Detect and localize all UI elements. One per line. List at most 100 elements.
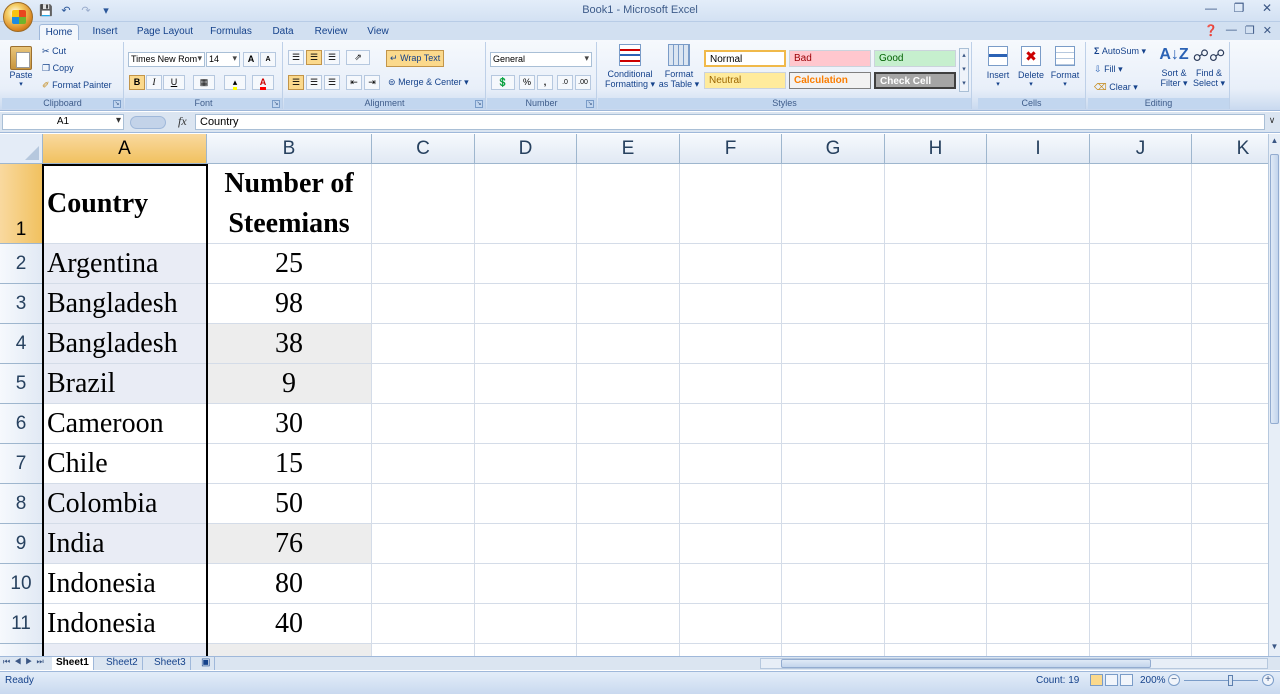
cell-b7[interactable]: 15 <box>207 444 372 484</box>
cell-e8[interactable] <box>577 484 680 524</box>
cell-f10[interactable] <box>680 564 782 604</box>
grow-font-button[interactable]: A <box>243 52 259 67</box>
decrease-indent-icon[interactable]: ⇤ <box>346 75 362 90</box>
cell-a9[interactable]: India <box>43 524 207 564</box>
column-header-a[interactable]: A <box>43 134 207 164</box>
vertical-scroll-thumb[interactable] <box>1270 154 1279 424</box>
style-calculation[interactable]: Calculation <box>789 72 871 89</box>
cell-j6[interactable] <box>1090 404 1192 444</box>
style-check-cell[interactable]: Check Cell <box>874 72 956 89</box>
cell-c2[interactable] <box>372 244 475 284</box>
shrink-font-button[interactable]: A <box>260 52 276 67</box>
wrap-text-button[interactable]: ↵ Wrap Text <box>386 50 445 67</box>
style-neutral[interactable]: Neutral <box>704 72 786 89</box>
cell-c5[interactable] <box>372 364 475 404</box>
cell-partial[interactable] <box>577 644 680 656</box>
cell-b4[interactable]: 38 <box>207 324 372 364</box>
select-all-corner[interactable] <box>0 134 43 164</box>
cell-j4[interactable] <box>1090 324 1192 364</box>
fill-color-button[interactable]: ▴ <box>224 75 246 90</box>
tab-data[interactable]: Data <box>266 24 300 41</box>
cell-h7[interactable] <box>885 444 987 484</box>
cell-b9[interactable]: 76 <box>207 524 372 564</box>
page-break-view-icon[interactable] <box>1120 674 1133 686</box>
column-header-g[interactable]: G <box>782 134 885 164</box>
cell-e4[interactable] <box>577 324 680 364</box>
cell-partial[interactable] <box>475 644 577 656</box>
cell-k4[interactable] <box>1192 324 1268 364</box>
comma-button[interactable]: , <box>537 75 553 90</box>
cell-partial[interactable] <box>782 644 885 656</box>
cell-j3[interactable] <box>1090 284 1192 324</box>
cell-f2[interactable] <box>680 244 782 284</box>
cell-c10[interactable] <box>372 564 475 604</box>
cell-c6[interactable] <box>372 404 475 444</box>
row-header-5[interactable]: 5 <box>0 364 43 404</box>
cell-e3[interactable] <box>577 284 680 324</box>
wb-minimize-icon[interactable]: — <box>1226 24 1237 37</box>
cell-k2[interactable] <box>1192 244 1268 284</box>
help-icon[interactable]: ❓ <box>1204 24 1218 37</box>
cell-i10[interactable] <box>987 564 1090 604</box>
cell-f8[interactable] <box>680 484 782 524</box>
cell-h6[interactable] <box>885 404 987 444</box>
tab-formulas[interactable]: Formulas <box>206 24 256 41</box>
cell-j2[interactable] <box>1090 244 1192 284</box>
wb-restore-icon[interactable]: ❐ <box>1245 24 1255 37</box>
cell-i8[interactable] <box>987 484 1090 524</box>
clear-button[interactable]: ⌫ Clear ▾ <box>1094 82 1138 93</box>
font-color-button[interactable]: A <box>252 75 274 90</box>
cell-g7[interactable] <box>782 444 885 484</box>
insert-function-icon[interactable]: fx <box>178 114 187 129</box>
cell-d8[interactable] <box>475 484 577 524</box>
cell-i1[interactable] <box>987 164 1090 244</box>
tab-page-layout[interactable]: Page Layout <box>134 24 196 41</box>
sheet-nav-arrows-icon[interactable]: ⏮◀▶⏭ <box>3 657 48 667</box>
cell-b8[interactable]: 50 <box>207 484 372 524</box>
align-top-icon[interactable]: ☰ <box>288 50 304 65</box>
style-bad[interactable]: Bad <box>789 50 871 67</box>
copy-button[interactable]: ❐ Copy <box>42 63 74 74</box>
row-header-partial[interactable] <box>0 644 43 656</box>
row-header-6[interactable]: 6 <box>0 404 43 444</box>
format-cells-button[interactable]: Format ▾ <box>1048 46 1082 88</box>
style-good[interactable]: Good <box>874 50 956 67</box>
conditional-formatting-button[interactable]: Conditional Formatting ▾ <box>604 44 656 90</box>
column-header-e[interactable]: E <box>577 134 680 164</box>
cell-a10[interactable]: Indonesia <box>43 564 207 604</box>
cell-e6[interactable] <box>577 404 680 444</box>
restore-icon[interactable]: ❐ <box>1232 1 1246 15</box>
number-launcher-icon[interactable]: ↘ <box>586 100 594 108</box>
style-normal[interactable]: Normal <box>704 50 786 67</box>
cell-k1[interactable] <box>1192 164 1268 244</box>
row-header-9[interactable]: 9 <box>0 524 43 564</box>
cell-h4[interactable] <box>885 324 987 364</box>
italic-button[interactable]: I <box>146 75 162 90</box>
expand-formula-bar-icon[interactable]: ∨ <box>1266 115 1278 129</box>
cell-h2[interactable] <box>885 244 987 284</box>
column-header-h[interactable]: H <box>885 134 987 164</box>
number-format-combo[interactable]: General <box>490 52 592 67</box>
cell-f6[interactable] <box>680 404 782 444</box>
percent-button[interactable]: % <box>519 75 535 90</box>
cell-h1[interactable] <box>885 164 987 244</box>
column-header-f[interactable]: F <box>680 134 782 164</box>
cell-c3[interactable] <box>372 284 475 324</box>
cell-e11[interactable] <box>577 604 680 644</box>
name-box[interactable]: A1 <box>2 114 124 130</box>
increase-decimal-icon[interactable]: .0 <box>557 75 573 90</box>
cell-e1[interactable] <box>577 164 680 244</box>
insert-sheet-icon[interactable]: ▣ <box>197 657 216 670</box>
cell-e10[interactable] <box>577 564 680 604</box>
find-select-button[interactable]: ☍☍ Find & Select ▾ <box>1192 46 1226 89</box>
tab-insert[interactable]: Insert <box>86 24 124 41</box>
increase-indent-icon[interactable]: ⇥ <box>364 75 380 90</box>
cell-i6[interactable] <box>987 404 1090 444</box>
cell-h9[interactable] <box>885 524 987 564</box>
cell-j10[interactable] <box>1090 564 1192 604</box>
cell-j11[interactable] <box>1090 604 1192 644</box>
align-left-icon[interactable]: ☰ <box>288 75 304 90</box>
row-header-1[interactable]: 1 <box>0 164 43 244</box>
cell-k3[interactable] <box>1192 284 1268 324</box>
cell-g5[interactable] <box>782 364 885 404</box>
